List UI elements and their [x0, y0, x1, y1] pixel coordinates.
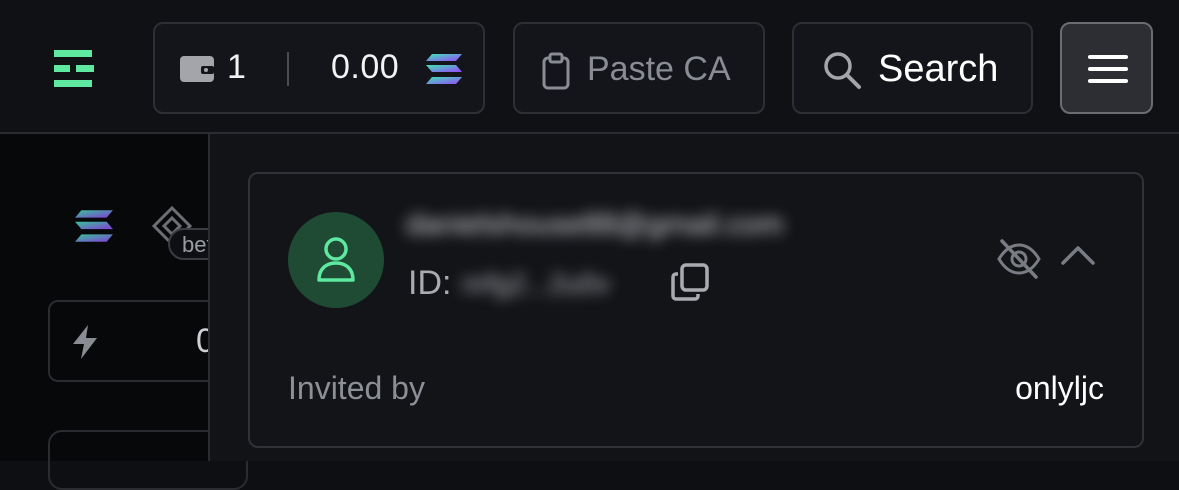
hamburger-menu-icon — [1088, 55, 1128, 83]
paste-ca-label: Paste CA — [587, 50, 731, 88]
wallet-icon — [180, 56, 214, 82]
wallet-balance-button[interactable]: 1 0.00 — [153, 22, 485, 114]
invited-by-label: Invited by — [288, 370, 425, 406]
account-dropdown: danielshouse88@gmail.com ID: nrfg2...2u0… — [208, 134, 1179, 461]
account-id-value: nrfg2...2u0v — [462, 268, 610, 299]
lightning-icon — [73, 325, 97, 359]
wallet-count: 1 — [227, 48, 246, 86]
account-card: danielshouse88@gmail.com ID: nrfg2...2u0… — [248, 172, 1144, 448]
wallet-balance: 0.00 — [331, 48, 400, 86]
paste-ca-button[interactable]: Paste CA — [513, 22, 765, 114]
user-icon — [317, 237, 355, 282]
search-label: Search — [878, 48, 999, 90]
invited-by-value: onlyljc — [1015, 370, 1104, 406]
clipboard-icon — [542, 52, 570, 90]
account-email: danielshouse88@gmail.com — [406, 208, 784, 241]
account-id-label: ID: — [408, 264, 452, 302]
solana-icon — [426, 54, 462, 84]
search-icon — [824, 52, 861, 89]
divider — [287, 52, 289, 86]
solana-icon[interactable] — [74, 208, 114, 244]
brand-logo-icon[interactable] — [52, 48, 96, 90]
menu-button[interactable] — [1060, 22, 1153, 114]
top-bar: 1 0.00 Paste CA Search — [0, 0, 1179, 134]
avatar — [288, 212, 384, 308]
chevron-up-icon[interactable] — [1060, 244, 1096, 266]
left-panel: beta 0 — [0, 134, 248, 490]
copy-icon[interactable] — [670, 262, 710, 302]
eye-off-icon[interactable] — [996, 238, 1042, 280]
search-button[interactable]: Search — [792, 22, 1033, 114]
